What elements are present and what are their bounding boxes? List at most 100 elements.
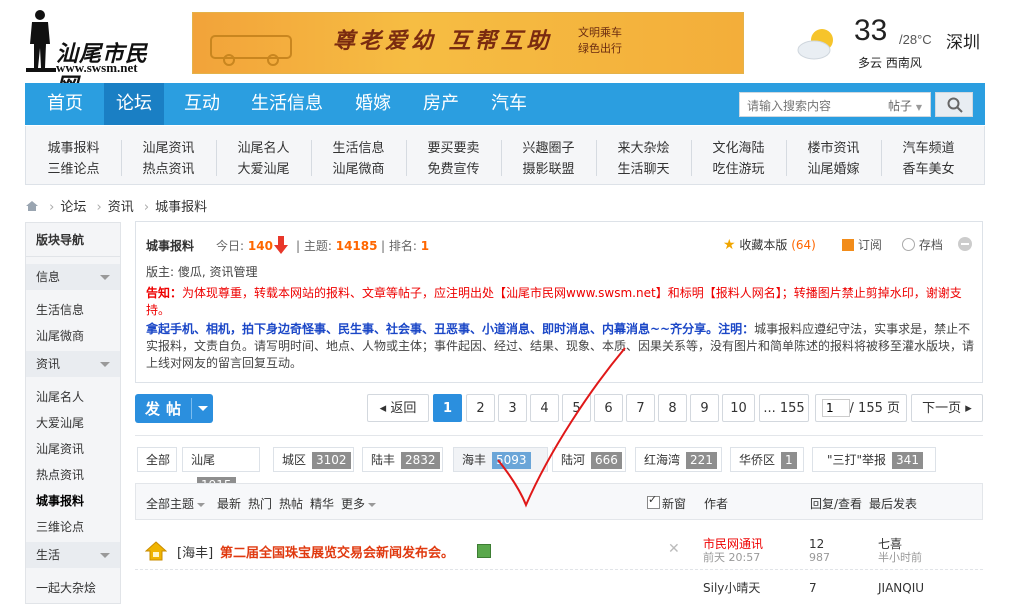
sidebar-group-life[interactable]: 生活 bbox=[26, 542, 120, 568]
topic-count: | 主题: 14185 bbox=[296, 239, 378, 253]
chevron-down-icon[interactable] bbox=[198, 406, 208, 411]
subscribe-button[interactable]: 订阅 bbox=[842, 236, 882, 253]
nav-wedding[interactable]: 婚嫁 bbox=[343, 83, 403, 125]
thread-last-post[interactable]: JIANQIU bbox=[878, 581, 924, 595]
sidebar-item-weishang[interactable]: 汕尾微商 bbox=[36, 327, 84, 344]
sort-digest[interactable]: 精华 bbox=[310, 495, 334, 512]
next-page-button[interactable]: 下一页 ▸ bbox=[911, 394, 983, 422]
subnav-link[interactable]: 摄影联盟 bbox=[501, 159, 596, 180]
search-button[interactable] bbox=[935, 92, 973, 117]
sidebar-item-daai[interactable]: 大爱汕尾 bbox=[36, 414, 84, 431]
tab-shanwei[interactable]: 汕尾1915 bbox=[182, 447, 260, 494]
subnav-link[interactable]: 要买要卖 bbox=[406, 138, 501, 159]
search-scope-select[interactable]: 帖子 ▼ bbox=[888, 97, 922, 114]
tab-sanda-report[interactable]: "三打"举报 341 bbox=[812, 447, 936, 472]
clock-icon bbox=[902, 238, 915, 251]
sidebar-group-news[interactable]: 资讯 bbox=[26, 351, 120, 377]
sidebar-item-life-info[interactable]: 生活信息 bbox=[36, 301, 84, 318]
subnav-link[interactable]: 免费宣传 bbox=[406, 159, 501, 180]
back-button[interactable]: ◂ 返回 bbox=[367, 394, 429, 422]
breadcrumb: › 论坛 › 资讯 › 城事报料 bbox=[25, 196, 207, 215]
thread-last-post[interactable]: 七喜 半小时前 bbox=[878, 537, 922, 565]
star-icon: ★ bbox=[723, 237, 736, 253]
filter-all-topics[interactable]: 全部主题 bbox=[146, 495, 206, 512]
search-input[interactable] bbox=[740, 93, 889, 118]
divider bbox=[596, 140, 597, 176]
sidebar-item-celebrities[interactable]: 汕尾名人 bbox=[36, 388, 84, 405]
col-last-post: 最后发表 bbox=[869, 497, 918, 511]
thread-tag[interactable]: [海丰] bbox=[177, 542, 213, 561]
sidebar-item-city-report[interactable]: 城事报料 bbox=[36, 492, 84, 509]
subnav-column: 要买要卖 免费宣传 bbox=[406, 138, 501, 180]
page-last[interactable]: ... 155 bbox=[759, 394, 809, 422]
rss-icon bbox=[842, 239, 854, 251]
breadcrumb-forum[interactable]: 论坛 bbox=[60, 200, 86, 215]
subnav-link[interactable]: 香车美女 bbox=[881, 159, 976, 180]
thread-author[interactable]: 市民网通讯 前天 20:57 bbox=[703, 537, 763, 565]
subnav-link[interactable]: 汕尾资讯 bbox=[121, 138, 216, 159]
sidebar-item-news[interactable]: 汕尾资讯 bbox=[36, 440, 84, 457]
subnav-link[interactable]: 城事报料 bbox=[26, 138, 121, 159]
tab-huaqiao[interactable]: 华侨区 1 bbox=[730, 447, 804, 472]
sidebar-item-3d[interactable]: 三维论点 bbox=[36, 518, 84, 535]
subnav-link[interactable]: 汕尾婚嫁 bbox=[786, 159, 881, 180]
home-icon[interactable] bbox=[25, 200, 39, 212]
thread-title[interactable]: 第二届全国珠宝展览交易会新闻发布会。 bbox=[220, 542, 454, 561]
sort-latest[interactable]: 最新 bbox=[217, 495, 241, 512]
subnav-link[interactable]: 三维论点 bbox=[26, 159, 121, 180]
thread-author[interactable]: Sily小晴天 bbox=[703, 581, 760, 595]
divider bbox=[501, 140, 502, 176]
page-8[interactable]: 8 bbox=[658, 394, 687, 422]
sort-hot[interactable]: 热门 bbox=[248, 495, 272, 512]
tab-chengqu[interactable]: 城区 3102 bbox=[273, 447, 354, 472]
subnav-link[interactable]: 汕尾微商 bbox=[311, 159, 406, 180]
ad-banner[interactable]: 尊老爱幼 互帮互助 文明乘车 绿色出行 bbox=[192, 12, 744, 74]
more-menu[interactable]: 更多 bbox=[341, 495, 377, 512]
close-icon[interactable]: ✕ bbox=[668, 541, 680, 557]
subnav-column: 来大杂烩 生活聊天 bbox=[596, 138, 691, 180]
favorite-button[interactable]: ★ 收藏本版 (64) bbox=[723, 236, 816, 253]
moderators: 版主: 傻瓜, 资讯管理 bbox=[146, 265, 258, 279]
page-input[interactable] bbox=[822, 399, 850, 417]
subnav-link[interactable]: 吃住游玩 bbox=[691, 159, 786, 180]
divider bbox=[881, 140, 882, 176]
tab-lufeng[interactable]: 陆丰 2832 bbox=[362, 447, 443, 472]
breadcrumb-current[interactable]: 城事报料 bbox=[155, 200, 207, 215]
subnav-link[interactable]: 热点资讯 bbox=[121, 159, 216, 180]
tab-all[interactable]: 全部 bbox=[137, 447, 177, 472]
subnav-link[interactable]: 兴趣圈子 bbox=[501, 138, 596, 159]
subnav-link[interactable]: 生活信息 bbox=[311, 138, 406, 159]
nav-forum[interactable]: 论坛 bbox=[104, 83, 164, 125]
thread-reply-view: 7 bbox=[809, 581, 817, 595]
collapse-icon[interactable] bbox=[958, 237, 972, 251]
page-10[interactable]: 10 bbox=[722, 394, 755, 422]
sidebar-group-info[interactable]: 信息 bbox=[26, 264, 120, 290]
subnav-link[interactable]: 楼市资讯 bbox=[786, 138, 881, 159]
table-row: [海丰] 第二届全国珠宝展览交易会新闻发布会。 ✕ 市民网通讯 前天 20:57… bbox=[135, 532, 983, 570]
archive-button[interactable]: 存档 bbox=[902, 236, 943, 253]
subnav-link[interactable]: 汽车频道 bbox=[881, 138, 976, 159]
page-9[interactable]: 9 bbox=[690, 394, 719, 422]
nav-realestate[interactable]: 房产 bbox=[411, 83, 471, 125]
nav-life-info[interactable]: 生活信息 bbox=[239, 83, 335, 125]
subnav-column: 文化海陆 吃住游玩 bbox=[691, 138, 786, 180]
nav-home[interactable]: 首页 bbox=[35, 83, 95, 125]
forum-name: 城事报料 bbox=[146, 239, 195, 253]
new-post-button[interactable]: 发帖 bbox=[135, 394, 213, 423]
site-logo[interactable]: 汕尾市民网 www.swsm.net bbox=[22, 8, 162, 99]
subnav-link[interactable]: 汕尾名人 bbox=[216, 138, 311, 159]
subnav-link[interactable]: 生活聊天 bbox=[596, 159, 691, 180]
city-selector[interactable]: 深圳 bbox=[946, 28, 980, 53]
subnav-link[interactable]: 大爱汕尾 bbox=[216, 159, 311, 180]
nav-auto[interactable]: 汽车 bbox=[479, 83, 539, 125]
page-1[interactable]: 1 bbox=[433, 394, 462, 422]
sidebar-item-hot[interactable]: 热点资讯 bbox=[36, 466, 84, 483]
divider bbox=[406, 140, 407, 176]
subnav-link[interactable]: 来大杂烩 bbox=[596, 138, 691, 159]
subnav-link[interactable]: 文化海陆 bbox=[691, 138, 786, 159]
nav-interact[interactable]: 互动 bbox=[172, 83, 232, 125]
sidebar-item-misc[interactable]: 一起大杂烩 bbox=[36, 579, 96, 596]
divider bbox=[691, 140, 692, 176]
sort-hot-posts[interactable]: 热帖 bbox=[279, 495, 303, 512]
breadcrumb-news[interactable]: 资讯 bbox=[108, 200, 134, 215]
